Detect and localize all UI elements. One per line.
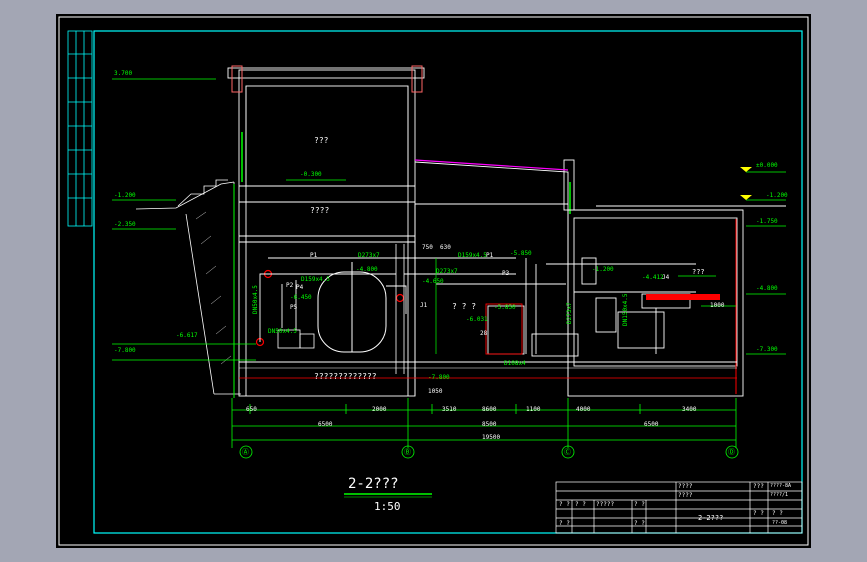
dim-6500-right: 6500 bbox=[644, 421, 659, 428]
elev-l1: -1.200 bbox=[114, 192, 136, 199]
room-label-pump: ? ? ? bbox=[452, 302, 477, 311]
tb-cell-4: ? ? bbox=[634, 501, 645, 508]
room-label-middle: ???? bbox=[310, 206, 330, 215]
elev-pipe-d: -4.412 bbox=[642, 274, 664, 281]
dim-3510: 3510 bbox=[442, 406, 457, 413]
elev-r4: -7.300 bbox=[756, 346, 778, 353]
dim-1000: 1000 bbox=[710, 302, 725, 309]
tb-cell-2: ? ? bbox=[575, 501, 586, 508]
elev-pipe-c: -4.650 bbox=[422, 278, 444, 285]
pipe-label-4: D273x7 bbox=[436, 268, 458, 275]
pipe-label-5: D159x4.5 bbox=[301, 276, 330, 283]
room-label-right: ??? bbox=[692, 268, 705, 276]
pipe-label-6: DN50x4.5 bbox=[252, 285, 259, 314]
tb-extra-2: ? ? bbox=[772, 510, 783, 517]
pipe-label-7: D273x7 bbox=[566, 302, 573, 324]
dim-8600: 8600 bbox=[482, 406, 497, 413]
elev-r3: -4.800 bbox=[756, 285, 778, 292]
elev-ground-right: ±0.000 bbox=[756, 162, 778, 169]
dim-6500-left: 6500 bbox=[318, 421, 333, 428]
tb-r1-c6: ????-8A bbox=[770, 483, 792, 489]
elev-pipe-b: -4.800 bbox=[356, 266, 378, 273]
tag-p2: P2 bbox=[286, 282, 294, 289]
tb-drawno: ??-08 bbox=[772, 520, 788, 526]
elev-pipe-a: -5.850 bbox=[510, 250, 532, 257]
dim-total: 19500 bbox=[482, 434, 501, 441]
dim-650: 650 bbox=[246, 406, 257, 413]
room-label-upper: ??? bbox=[314, 136, 329, 145]
pipe-label-8: D108x4 bbox=[504, 360, 526, 367]
cad-drawing-sheet: ??? ???? ? ? ? ????????????? ??? 3.700 ±… bbox=[56, 14, 811, 548]
tag-p3: P3 bbox=[502, 270, 510, 277]
axis-d: Ⓓ bbox=[728, 448, 735, 456]
tb-r1-c1: ???? bbox=[678, 483, 693, 490]
tb-cell-5: ? ? bbox=[559, 520, 570, 527]
tag-j4: J4 bbox=[662, 274, 670, 281]
tb-cell-6: ? ? bbox=[634, 520, 645, 527]
tb-cell-3: ????? bbox=[596, 501, 615, 508]
axis-b: Ⓑ bbox=[404, 448, 411, 456]
tb-r1-c5: ??? bbox=[753, 483, 764, 490]
dim-4000: 4000 bbox=[576, 406, 591, 413]
pipe-label-9: DN150x4.5 bbox=[622, 293, 629, 326]
axis-a: Ⓐ bbox=[242, 448, 249, 456]
elev-l3: -0.300 bbox=[300, 171, 322, 178]
tb-cell-1: ? ? bbox=[559, 501, 570, 508]
tb-extra-1: ? ? bbox=[753, 510, 764, 517]
dim-8500: 8500 bbox=[482, 421, 497, 428]
tag-p1-b: P1 bbox=[486, 252, 494, 259]
pipe-label-3: D159x4.5 bbox=[458, 252, 487, 259]
pipe-label-1: DN50x4.5 bbox=[268, 328, 297, 335]
tb-r2-c1: ???? bbox=[678, 492, 693, 499]
elev-pipe-f: -6.450 bbox=[290, 294, 312, 301]
room-label-basement: ????????????? bbox=[314, 372, 377, 381]
elev-roof: 3.700 bbox=[114, 70, 133, 77]
elev-pipe-g: -6.031 bbox=[466, 316, 488, 323]
elev-pipe-h: -5.850 bbox=[494, 304, 516, 311]
pipe-label-2: D273x7 bbox=[358, 252, 380, 259]
tag-p5: P5 bbox=[290, 304, 298, 311]
elev-l4: -6.617 bbox=[176, 332, 198, 339]
dim-1100: 1100 bbox=[526, 406, 541, 413]
dim-750: 750 bbox=[422, 244, 433, 251]
elev-l5: -7.800 bbox=[114, 347, 136, 354]
dim-630: 630 bbox=[440, 244, 451, 251]
elev-r1: -1.200 bbox=[766, 192, 788, 199]
drawing-scale: 1:50 bbox=[374, 500, 401, 513]
tag-28: 28 bbox=[480, 330, 488, 337]
tb-r2-c6: ????/1 bbox=[770, 492, 789, 498]
dim-1050: 1050 bbox=[428, 388, 443, 395]
drawing-title: 2-2??? bbox=[348, 476, 399, 492]
tag-p1: P1 bbox=[310, 252, 318, 259]
annotation-layer: ??? ???? ? ? ? ????????????? ??? 3.700 ±… bbox=[56, 14, 811, 548]
dim-3400: 3400 bbox=[682, 406, 697, 413]
elev-r-low: -7.800 bbox=[428, 374, 450, 381]
axis-c: Ⓒ bbox=[564, 448, 571, 456]
tag-p4: P4 bbox=[296, 284, 304, 291]
tag-j1: J1 bbox=[420, 302, 428, 309]
dim-2000: 2000 bbox=[372, 406, 387, 413]
tb-name: 2-2??? bbox=[698, 514, 724, 522]
elev-l2: -2.350 bbox=[114, 221, 136, 228]
elev-r2: -1.750 bbox=[756, 218, 778, 225]
elev-pipe-e: -1.200 bbox=[592, 266, 614, 273]
